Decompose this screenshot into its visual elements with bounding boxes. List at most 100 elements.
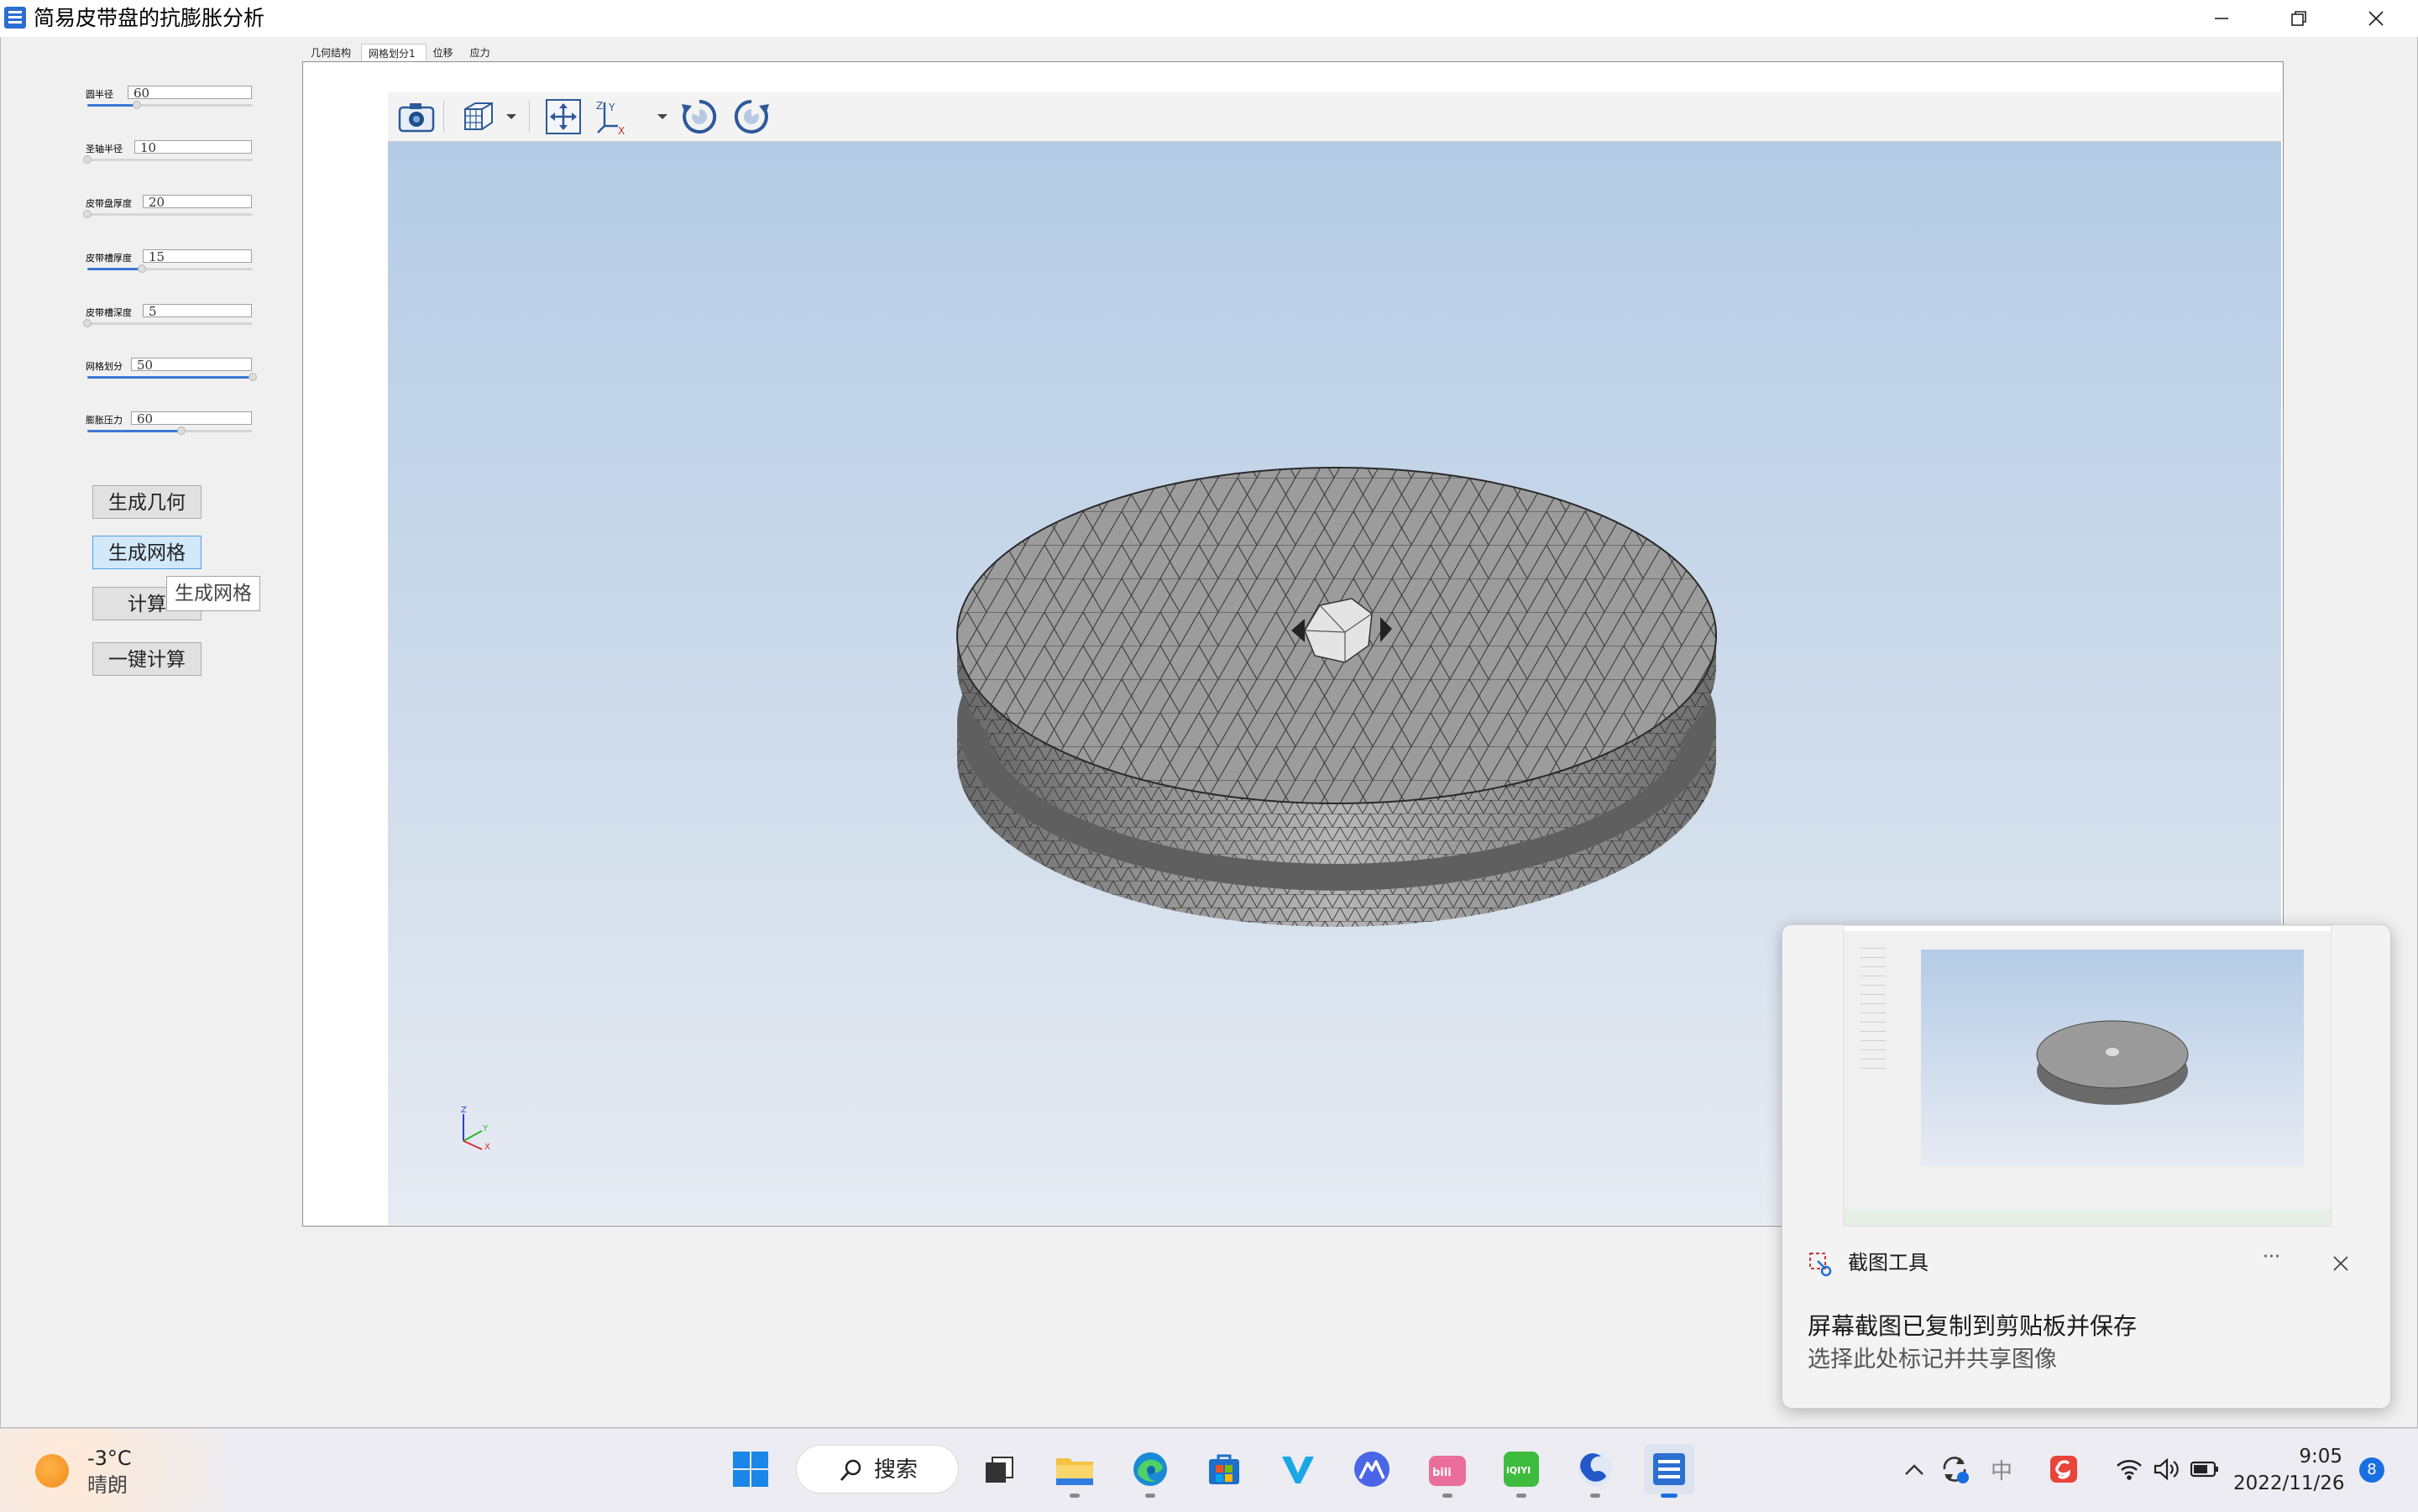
battery-tray-icon[interactable] bbox=[2186, 1451, 2223, 1488]
slider-thumb[interactable] bbox=[83, 210, 92, 218]
groove-depth-input[interactable]: 5 bbox=[143, 304, 252, 318]
slider-thumb[interactable] bbox=[83, 319, 92, 327]
close-button[interactable] bbox=[2337, 0, 2415, 37]
minimize-icon bbox=[2215, 18, 2228, 19]
running-indicator bbox=[1442, 1494, 1452, 1498]
running-indicator bbox=[1590, 1494, 1600, 1498]
weather-desc[interactable]: 晴朗 bbox=[87, 1473, 128, 1498]
expansion-pressure-input[interactable]: 60 bbox=[131, 411, 252, 426]
task-view-button[interactable] bbox=[974, 1444, 1024, 1494]
sogou-tray-icon[interactable] bbox=[2045, 1451, 2082, 1488]
view-cube-button[interactable] bbox=[458, 97, 500, 136]
slider-fill bbox=[87, 376, 253, 379]
tab-geometry[interactable]: 几何结构 bbox=[304, 44, 361, 62]
svg-text:iQIYI: iQIYI bbox=[1506, 1465, 1531, 1476]
sun-icon[interactable] bbox=[35, 1454, 69, 1488]
running-indicator bbox=[1516, 1494, 1526, 1498]
screenshot-button[interactable] bbox=[395, 97, 437, 136]
weather-temp[interactable]: -3°C bbox=[87, 1446, 132, 1471]
battery-icon bbox=[2190, 1461, 2218, 1478]
shaft-radius-slider[interactable] bbox=[83, 155, 253, 164]
tab-stress[interactable]: 应力 bbox=[463, 44, 500, 62]
notification-body: 选择此处标记并共享图像 bbox=[1808, 1347, 2057, 1373]
restore-button[interactable] bbox=[2260, 0, 2337, 37]
close-icon bbox=[2368, 11, 2384, 26]
edge-app[interactable] bbox=[1125, 1444, 1175, 1498]
mesh-division-slider[interactable] bbox=[87, 373, 257, 381]
one-click-compute-button[interactable]: 一键计算 bbox=[92, 642, 202, 676]
radius-slider[interactable] bbox=[87, 101, 253, 109]
ime-indicator[interactable]: 中 bbox=[1983, 1451, 2020, 1488]
generate-geometry-button[interactable]: 生成几何 bbox=[92, 485, 202, 519]
axis-x-label: X bbox=[484, 1143, 490, 1152]
clock-time[interactable]: 9:05 bbox=[2233, 1444, 2342, 1469]
v-app[interactable] bbox=[1273, 1444, 1323, 1494]
svg-text:bili: bili bbox=[1432, 1467, 1452, 1479]
swirl-app[interactable] bbox=[1570, 1444, 1620, 1498]
store-app[interactable] bbox=[1199, 1444, 1249, 1494]
move-icon bbox=[546, 99, 581, 134]
radius-input[interactable]: 60 bbox=[128, 86, 252, 100]
axes-icon: Y Z X bbox=[596, 100, 625, 136]
slider-thumb[interactable] bbox=[177, 426, 186, 435]
pulley-thickness-slider[interactable] bbox=[83, 210, 253, 218]
running-indicator bbox=[1070, 1494, 1080, 1498]
speaker-icon bbox=[2154, 1457, 2179, 1481]
screenshot-thumbnail[interactable] bbox=[1843, 925, 2332, 1227]
minimize-button[interactable] bbox=[2183, 0, 2260, 37]
param-label: 圣轴半径 bbox=[86, 144, 123, 154]
rotate-clockwise-icon bbox=[682, 99, 717, 133]
groove-depth-slider[interactable] bbox=[83, 319, 253, 327]
edge-icon bbox=[1133, 1452, 1167, 1486]
arc-app[interactable] bbox=[1347, 1444, 1397, 1494]
start-button[interactable] bbox=[725, 1444, 776, 1494]
tab-mesh[interactable]: 网格划分1 bbox=[361, 44, 427, 62]
generate-mesh-button[interactable]: 生成网格 bbox=[92, 536, 202, 569]
param-label: 圆半径 bbox=[86, 89, 113, 100]
pan-button[interactable] bbox=[542, 97, 584, 136]
slider-thumb[interactable] bbox=[138, 264, 146, 273]
sync-tray-icon[interactable] bbox=[1936, 1451, 1973, 1488]
wifi-tray-icon[interactable] bbox=[2111, 1451, 2148, 1488]
svg-text:X: X bbox=[618, 125, 625, 136]
rotate-ccw-button[interactable] bbox=[730, 97, 772, 136]
axis-z-label: Z bbox=[461, 1106, 467, 1115]
show-hidden-icons-button[interactable] bbox=[1896, 1451, 1933, 1488]
rotate-cw-button[interactable] bbox=[678, 97, 720, 136]
close-icon[interactable] bbox=[2332, 1254, 2350, 1273]
snipping-tool-icon bbox=[1809, 1253, 1832, 1277]
groove-thickness-slider[interactable] bbox=[87, 264, 253, 273]
param-mesh-division: 网格划分 50 bbox=[84, 353, 257, 395]
active-app[interactable] bbox=[1644, 1444, 1694, 1498]
taskbar-search[interactable]: 搜索 bbox=[796, 1445, 959, 1494]
thumb-panel bbox=[1861, 939, 1886, 1074]
snipping-tool-notification[interactable]: 截图工具 ··· 屏幕截图已复制到剪贴板并保存 选择此处标记并共享图像 bbox=[1782, 924, 2391, 1409]
shaft-radius-input[interactable]: 10 bbox=[134, 140, 252, 154]
tab-displacement[interactable]: 位移 bbox=[427, 44, 463, 62]
chevron-down-icon[interactable] bbox=[657, 112, 668, 121]
groove-thickness-input[interactable]: 15 bbox=[143, 249, 252, 264]
wifi-icon bbox=[2117, 1460, 2142, 1480]
chevron-down-icon[interactable] bbox=[505, 112, 517, 121]
pulley-thickness-input[interactable]: 20 bbox=[143, 195, 252, 209]
bilibili-app[interactable]: bili bbox=[1422, 1444, 1473, 1498]
slider-fill bbox=[87, 104, 138, 107]
axis-view-button[interactable]: Y Z X bbox=[593, 97, 635, 136]
expansion-pressure-slider[interactable] bbox=[87, 426, 253, 435]
viewer-toolbar: Y Z X bbox=[388, 92, 2281, 142]
mesh-division-input[interactable]: 50 bbox=[131, 358, 252, 372]
clock-date[interactable]: 2022/11/26 bbox=[2233, 1471, 2345, 1496]
slider-thumb[interactable] bbox=[249, 373, 257, 381]
notification-badge[interactable]: 8 bbox=[2359, 1457, 2384, 1483]
slider-thumb[interactable] bbox=[83, 155, 92, 164]
sync-icon bbox=[1943, 1457, 1969, 1483]
thumb-titlebar bbox=[1844, 926, 2331, 931]
iqiyi-app[interactable]: iQIYI bbox=[1496, 1444, 1547, 1498]
orientation-axes-icon: Z Y X bbox=[461, 1106, 490, 1152]
more-options-button[interactable]: ··· bbox=[2263, 1244, 2280, 1271]
file-explorer-app[interactable] bbox=[1049, 1444, 1100, 1498]
slider-thumb[interactable] bbox=[133, 101, 142, 109]
title-bar: 简易皮带盘的抗膨胀分析 bbox=[0, 0, 2418, 37]
volume-tray-icon[interactable] bbox=[2148, 1451, 2185, 1488]
toolbar-separator bbox=[443, 101, 444, 133]
